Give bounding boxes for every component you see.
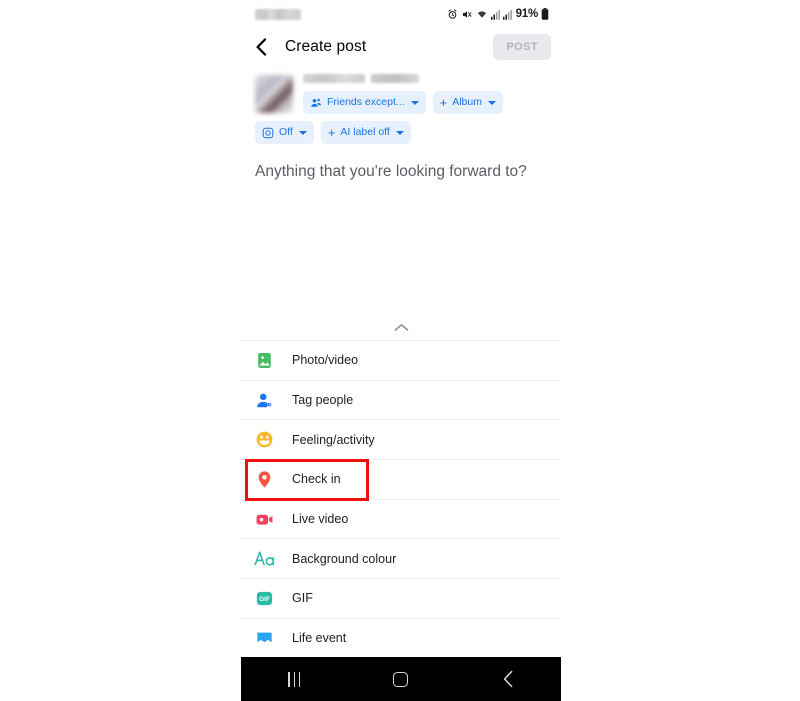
chip-row-extras: Off + AI label off — [241, 121, 561, 144]
composer-body[interactable]: Anything that you're looking forward to? — [241, 144, 561, 314]
phone-screen: 91% Create post POST Friends except... +… — [241, 0, 561, 701]
chevron-left-icon — [256, 38, 267, 56]
option-label: Background colour — [292, 551, 397, 566]
recents-icon — [288, 671, 301, 687]
friends-icon — [311, 98, 321, 107]
live-video-icon — [253, 508, 275, 530]
screenshot-canvas: 91% Create post POST Friends except... +… — [0, 0, 800, 701]
album-chip[interactable]: + Album — [432, 91, 503, 114]
audience-chip-label: Friends except... — [327, 96, 405, 109]
option-label: Photo/video — [292, 353, 359, 368]
page-title: Create post — [285, 38, 367, 55]
chevron-down-icon — [395, 130, 404, 135]
camera-off-chip-label: Off — [279, 126, 293, 139]
composer-header: Friends except... + Album — [241, 66, 561, 114]
composer-header-right: Friends except... + Album — [293, 72, 551, 114]
collapse-sheet-handle[interactable] — [241, 314, 561, 340]
signal-icon — [502, 9, 512, 20]
post-button[interactable]: POST — [493, 34, 551, 60]
mute-icon — [462, 10, 472, 18]
option-label: Tag people — [292, 393, 354, 408]
post-text-placeholder: Anything that you're looking forward to? — [255, 163, 527, 180]
user-name-blur-part-2 — [371, 74, 419, 83]
camera-off-chip[interactable]: Off — [255, 121, 314, 144]
option-label: Feeling/activity — [292, 432, 375, 447]
signal-icon — [490, 9, 500, 20]
option-life-event[interactable]: Life event — [241, 618, 561, 659]
gif-icon: GIF — [253, 587, 275, 609]
status-bar: 91% — [241, 0, 561, 28]
chip-row-audience: Friends except... + Album — [303, 91, 551, 114]
status-bar-icons: 91% — [447, 8, 549, 20]
plus-icon: + — [327, 125, 336, 140]
tag-people-icon — [253, 389, 275, 411]
recents-button[interactable] — [269, 657, 319, 701]
back-button[interactable] — [255, 34, 279, 60]
check-in-icon — [253, 468, 275, 490]
option-check-in[interactable]: Check in — [241, 459, 561, 502]
background-colour-icon — [253, 548, 275, 570]
option-feeling-activity[interactable]: Feeling/activity — [241, 420, 561, 461]
option-label: Live video — [292, 512, 349, 527]
home-button[interactable] — [376, 657, 426, 701]
avatar[interactable] — [255, 75, 293, 113]
option-photo-video[interactable]: Photo/video — [241, 341, 561, 381]
ai-label-chip-label: AI label off — [340, 126, 390, 139]
chevron-up-icon — [394, 323, 408, 331]
user-name-blurred — [303, 74, 551, 83]
battery-icon — [541, 8, 549, 20]
ai-label-chip[interactable]: + AI label off — [320, 121, 411, 144]
audience-chip[interactable]: Friends except... — [303, 91, 426, 114]
home-icon — [393, 671, 409, 687]
back-nav-button[interactable] — [483, 657, 533, 701]
app-bar: Create post POST — [241, 28, 561, 66]
option-tag-people[interactable]: Tag people — [241, 380, 561, 421]
chevron-down-icon — [487, 100, 496, 105]
chevron-down-icon — [410, 100, 419, 105]
option-label: Check in — [292, 472, 341, 487]
android-nav-bar — [241, 657, 561, 701]
chevron-down-icon — [298, 130, 307, 135]
plus-icon: + — [439, 95, 448, 110]
option-background-colour[interactable]: Background colour — [241, 539, 561, 580]
back-chevron-icon — [503, 670, 512, 688]
user-name-blur-part-1 — [303, 74, 365, 83]
camera-square-icon — [262, 127, 274, 138]
wifi-icon — [477, 10, 486, 18]
status-bar-carrier-blurred — [255, 8, 301, 20]
svg-text:GIF: GIF — [259, 596, 270, 603]
album-chip-label: Album — [452, 96, 482, 109]
photo-video-icon — [253, 349, 275, 371]
battery-percent-label: 91% — [515, 8, 539, 20]
option-label: Life event — [292, 631, 347, 646]
option-label: GIF — [292, 591, 313, 606]
feeling-activity-icon — [253, 429, 275, 451]
alarm-icon — [448, 8, 457, 19]
post-options-list: Photo/video Tag people Feeling/activity … — [241, 340, 561, 659]
option-live-video[interactable]: Live video — [241, 499, 561, 540]
life-event-icon — [253, 627, 275, 649]
option-gif[interactable]: GIF GIF — [241, 579, 561, 619]
